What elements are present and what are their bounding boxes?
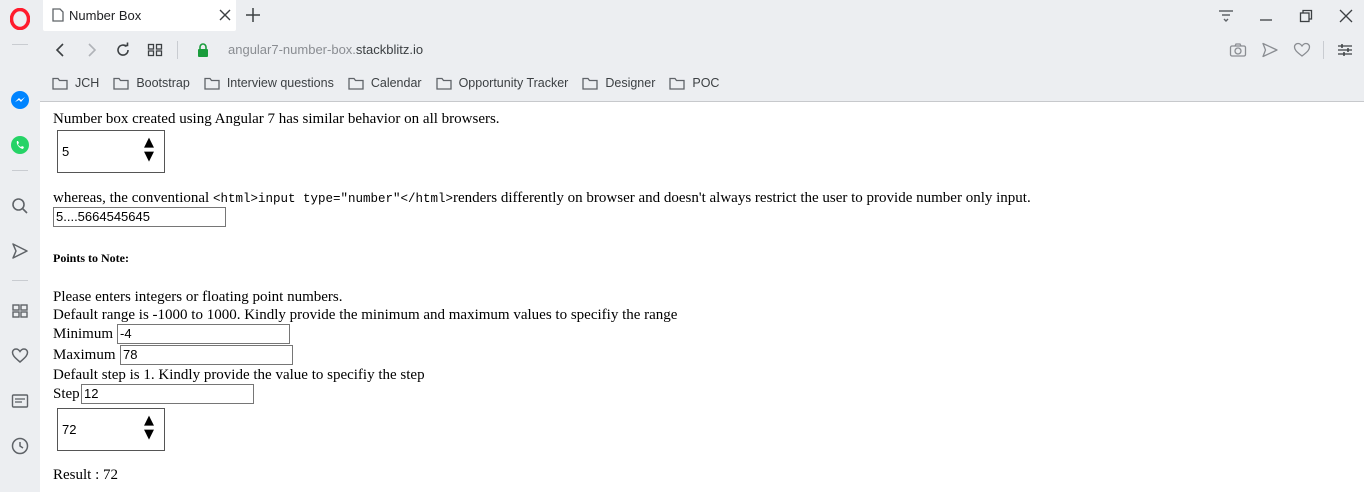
bookmark-folder[interactable]: POC [669,76,719,90]
folder-icon [348,77,364,90]
url-host: stackblitz.io [355,42,424,57]
reload-icon[interactable] [113,40,133,60]
send-icon[interactable] [1260,40,1280,60]
bookmarks-bar: JCH Bootstrap Interview questions Calend… [52,72,733,94]
whatsapp-icon[interactable] [8,133,32,157]
close-window-icon[interactable] [1336,6,1356,26]
document-icon [52,8,64,27]
step-label: Step [53,386,80,402]
bookmark-label: Opportunity Tracker [458,76,569,90]
camera-icon[interactable] [1228,40,1248,60]
minimum-input[interactable]: -4 [117,324,290,344]
folder-icon [52,77,68,90]
bookmark-label: Calendar [370,76,422,90]
easy-setup-icon[interactable] [1335,40,1355,60]
back-icon[interactable] [50,40,70,60]
news-icon[interactable] [8,389,32,413]
folder-icon [113,77,129,90]
url-prefix: angular7-number-box. [228,42,356,57]
bookmark-label: POC [692,76,720,90]
bookmark-label: Designer [605,76,656,90]
speed-dial-icon[interactable] [8,299,32,323]
spin-up-icon[interactable]: ▲ [142,136,156,150]
spin-down-icon[interactable]: ▼ [142,428,156,442]
tab-title: Number Box [69,8,142,23]
intro-text: Number box created using Angular 7 has s… [53,111,500,127]
tabs-grid-icon[interactable] [145,40,165,60]
bookmark-folder[interactable]: Designer [582,76,655,90]
result-text: Result : 72 [53,467,119,483]
number-box-value[interactable]: 72 [62,422,76,437]
conventional-text-after: renders differently on browser and doesn… [453,190,1031,206]
new-tab-icon[interactable] [244,6,262,29]
spinner: ▲ ▼ [142,414,156,444]
browser-chrome: Number Box angular7-number-box.stackblit… [40,0,1364,102]
history-icon[interactable] [8,434,32,458]
forward-icon[interactable] [82,40,102,60]
number-box-value[interactable]: 5 [62,144,69,159]
conventional-text-before: whereas, the conventional [53,190,213,206]
page-content: Number box created using Angular 7 has s… [53,102,1353,492]
bookmark-label: Interview questions [226,76,334,90]
conventional-number-input[interactable]: 5....5664545645 [53,207,226,227]
send-icon[interactable] [8,239,32,263]
conventional-text: whereas, the conventional <html>input ty… [53,189,1031,208]
minimum-label: Minimum [53,326,114,342]
minimize-icon[interactable] [1256,6,1276,26]
note-integers: Please enters integers or floating point… [53,289,343,305]
restore-icon[interactable] [1296,6,1316,26]
sidebar-divider [12,280,28,281]
bookmark-folder[interactable]: Calendar [348,76,422,90]
sidebar-divider [12,44,28,45]
bookmark-label: Bootstrap [136,76,190,90]
heart-icon[interactable] [8,344,32,368]
tab-menu-icon[interactable] [1216,6,1236,26]
search-icon[interactable] [8,194,32,218]
spinner: ▲ ▼ [142,136,156,166]
step-input[interactable]: 12 [81,384,254,404]
bookmark-folder[interactable]: Interview questions [204,76,334,90]
opera-logo-icon[interactable] [8,7,32,31]
tab-number-box[interactable]: Number Box [43,0,236,31]
note-range: Default range is -1000 to 1000. Kindly p… [53,307,678,323]
note-step: Default step is 1. Kindly provide the va… [53,367,425,383]
maximum-input[interactable]: 78 [120,345,293,365]
address-bar-divider [177,41,178,59]
conventional-code: <html>input type="number"</html> [212,192,453,206]
bookmark-folder[interactable]: Opportunity Tracker [435,76,569,90]
toolbar-divider [1323,41,1324,59]
address-bar[interactable]: angular7-number-box.stackblitz.io [228,42,423,57]
spin-up-icon[interactable]: ▲ [142,414,156,428]
bookmark-folder[interactable]: Bootstrap [113,76,190,90]
bookmark-folder[interactable]: JCH [52,76,99,90]
points-heading: Points to Note: [53,251,129,265]
spin-down-icon[interactable]: ▼ [142,150,156,164]
messenger-icon[interactable] [8,88,32,112]
folder-icon [582,77,598,90]
number-box-1[interactable]: 5 ▲ ▼ [57,130,165,173]
folder-icon [435,77,452,90]
lock-icon[interactable] [193,40,213,60]
maximum-label: Maximum [53,347,116,363]
bookmark-label: JCH [75,76,100,90]
number-box-2[interactable]: 72 ▲ ▼ [57,408,165,451]
heart-icon[interactable] [1292,40,1312,60]
sidebar-divider [12,170,28,171]
close-tab-icon[interactable] [218,8,232,27]
opera-sidebar [0,0,40,492]
folder-icon [669,77,686,90]
folder-icon [204,77,220,90]
